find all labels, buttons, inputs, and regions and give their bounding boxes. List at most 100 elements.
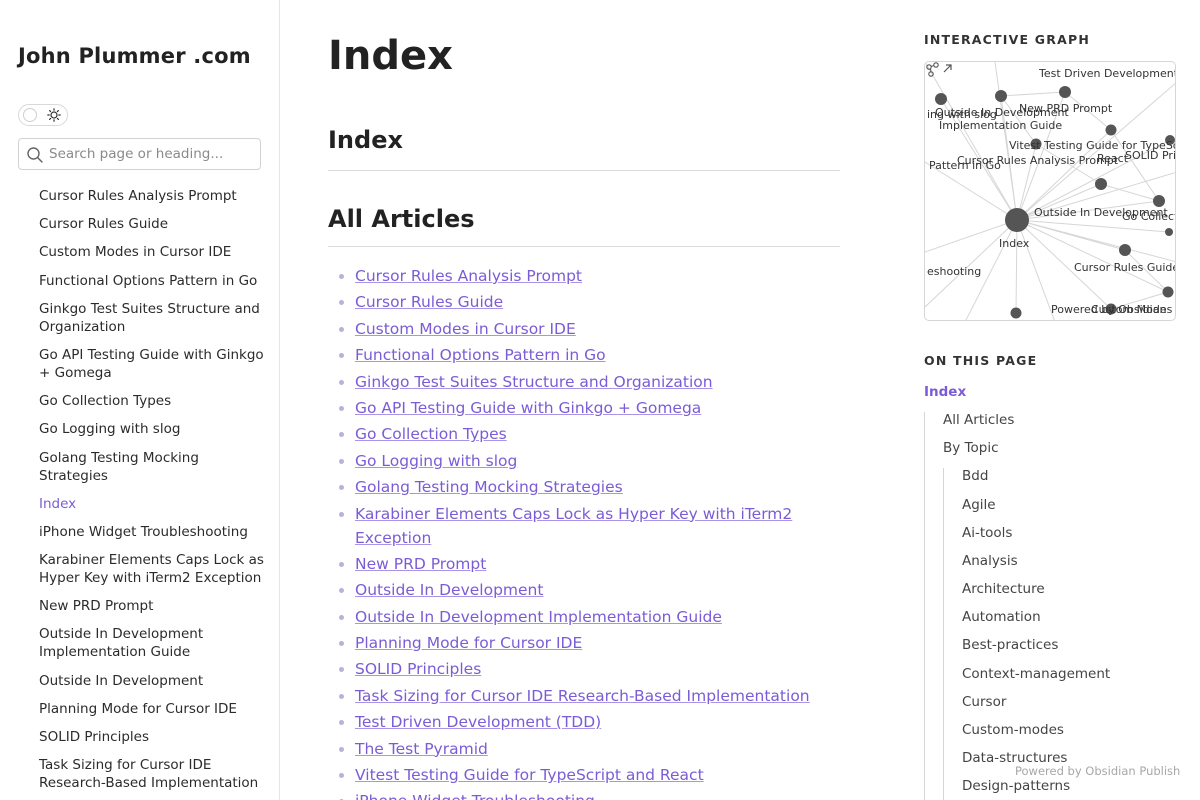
toc-item[interactable]: Custom-modes xyxy=(962,722,1064,738)
sidebar-item[interactable]: Golang Testing Mocking Strategies xyxy=(39,449,267,485)
graph-node[interactable] xyxy=(1010,307,1022,319)
graph-node-label: Custom Modes xyxy=(1091,303,1173,316)
article-list-item: iPhone Widget Troubleshooting xyxy=(355,789,825,800)
article-link[interactable]: Ginkgo Test Suites Structure and Organiz… xyxy=(355,373,713,391)
graph-node-index[interactable] xyxy=(1005,208,1029,232)
graph-node-label: ing with slog xyxy=(927,108,997,121)
graph-edge xyxy=(1000,91,1066,97)
sun-icon xyxy=(47,108,61,122)
toc-item[interactable]: Best-practices xyxy=(962,637,1058,653)
article-link[interactable]: Outside In Development xyxy=(355,581,543,599)
sidebar-item[interactable]: Outside In Development Implementation Gu… xyxy=(39,625,267,661)
graph-node-label: Cursor Rules Guide xyxy=(1074,261,1176,274)
toc-item[interactable]: Context-management xyxy=(962,666,1110,682)
sidebar-item[interactable]: Functional Options Pattern in Go xyxy=(39,272,267,290)
toc-item[interactable]: Architecture xyxy=(962,581,1045,597)
heading-divider xyxy=(328,170,840,171)
toc-heading: ON THIS PAGE xyxy=(924,353,1038,368)
article-link[interactable]: Task Sizing for Cursor IDE Research-Base… xyxy=(355,687,810,705)
article-link[interactable]: Custom Modes in Cursor IDE xyxy=(355,320,576,338)
sidebar-item[interactable]: Go API Testing Guide with Ginkgo + Gomeg… xyxy=(39,346,267,382)
article-list-item: Outside In Development Implementation Gu… xyxy=(355,605,825,629)
sidebar-item[interactable]: Planning Mode for Cursor IDE xyxy=(39,700,267,718)
theme-toggle[interactable] xyxy=(18,104,68,126)
graph-edge xyxy=(925,62,1018,221)
graph-node-label: SOLID Pri xyxy=(1125,149,1176,162)
graph-expand-icon[interactable] xyxy=(925,62,955,78)
graph-node[interactable] xyxy=(995,90,1007,102)
article-link[interactable]: Test Driven Development (TDD) xyxy=(355,713,601,731)
article-list-item: Go Collection Types xyxy=(355,422,825,446)
sidebar-item[interactable]: iPhone Widget Troubleshooting xyxy=(39,523,267,541)
toc-item[interactable]: By Topic xyxy=(943,440,999,456)
article-list-item: Karabiner Elements Caps Lock as Hyper Ke… xyxy=(355,502,825,550)
toc-item[interactable]: Automation xyxy=(962,609,1041,625)
site-title[interactable]: John Plummer .com xyxy=(18,44,251,68)
graph-node-label: React xyxy=(1097,152,1129,165)
article-link[interactable]: Cursor Rules Guide xyxy=(355,293,503,311)
article-link[interactable]: Outside In Development Implementation Gu… xyxy=(355,608,722,626)
article-list-item: New PRD Prompt xyxy=(355,552,825,576)
article-list-item: Functional Options Pattern in Go xyxy=(355,343,825,367)
toc-item[interactable]: All Articles xyxy=(943,412,1014,428)
heading-divider xyxy=(328,246,840,247)
article-link[interactable]: Go Collection Types xyxy=(355,425,507,443)
sidebar-item[interactable]: New PRD Prompt xyxy=(39,597,267,615)
graph-canvas[interactable]: Test Driven DevelopmentNew PRD PromptOut… xyxy=(925,62,1176,321)
sidebar-item[interactable]: Custom Modes in Cursor IDE xyxy=(39,243,267,261)
article-link[interactable]: Karabiner Elements Caps Lock as Hyper Ke… xyxy=(355,505,792,547)
article-link[interactable]: Vitest Testing Guide for TypeScript and … xyxy=(355,766,704,784)
sidebar-item[interactable]: Outside In Development xyxy=(39,672,267,690)
graph-node[interactable] xyxy=(1059,86,1071,98)
article-list-item: Task Sizing for Cursor IDE Research-Base… xyxy=(355,684,825,708)
graph-node[interactable] xyxy=(935,93,947,105)
article-link[interactable]: New PRD Prompt xyxy=(355,555,486,573)
search-input[interactable] xyxy=(49,143,254,165)
toc-item[interactable]: Index xyxy=(924,384,966,400)
sidebar-item[interactable]: Cursor Rules Guide xyxy=(39,215,267,233)
search-box[interactable] xyxy=(18,138,261,170)
article-list-item: SOLID Principles xyxy=(355,657,825,681)
graph-node-label: Pattern in Go xyxy=(929,159,1001,172)
sidebar-nav: Cursor Rules Analysis Prompt Cursor Rules… xyxy=(39,187,267,800)
graph-node[interactable] xyxy=(1165,228,1173,236)
article-link[interactable]: Go Logging with slog xyxy=(355,452,517,470)
interactive-graph[interactable]: Test Driven Development New PRD Prompt Out… xyxy=(924,61,1176,321)
article-link[interactable]: Functional Options Pattern in Go xyxy=(355,346,606,364)
sidebar-item[interactable]: SOLID Principles xyxy=(39,728,267,746)
sidebar-item[interactable]: Karabiner Elements Caps Lock as Hyper Ke… xyxy=(39,551,267,587)
graph-node[interactable] xyxy=(1095,178,1107,190)
sidebar-item[interactable]: Ginkgo Test Suites Structure and Organiz… xyxy=(39,300,267,336)
article-link[interactable]: Cursor Rules Analysis Prompt xyxy=(355,267,582,285)
sidebar-item[interactable]: Task Sizing for Cursor IDE Research-Base… xyxy=(39,756,267,792)
sidebar-item[interactable]: Go Collection Types xyxy=(39,392,267,410)
toggle-knob xyxy=(23,108,37,122)
article-link[interactable]: Golang Testing Mocking Strategies xyxy=(355,478,623,496)
footer-powered-by[interactable]: Powered by Obsidian Publish xyxy=(1015,764,1180,778)
article-link[interactable]: Planning Mode for Cursor IDE xyxy=(355,634,582,652)
heading-index: Index xyxy=(328,126,403,154)
toc-item[interactable]: Cursor xyxy=(962,694,1006,710)
toc-item[interactable]: Design-patterns xyxy=(962,778,1070,794)
graph-node[interactable] xyxy=(1119,244,1131,256)
article-list-item: Custom Modes in Cursor IDE xyxy=(355,317,825,341)
article-link[interactable]: SOLID Principles xyxy=(355,660,481,678)
article-list-item: Cursor Rules Guide xyxy=(355,290,825,314)
sidebar-item[interactable]: Cursor Rules Analysis Prompt xyxy=(39,187,267,205)
graph-edge xyxy=(1015,219,1018,314)
article-link[interactable]: iPhone Widget Troubleshooting xyxy=(355,792,595,800)
article-link[interactable]: Go API Testing Guide with Ginkgo + Gomeg… xyxy=(355,399,701,417)
article-list-item: Go Logging with slog xyxy=(355,449,825,473)
toc-item[interactable]: Analysis xyxy=(962,553,1018,569)
toc-item[interactable]: Agile xyxy=(962,497,996,513)
heading-all-articles: All Articles xyxy=(328,205,475,233)
article-list-item: The Test Pyramid xyxy=(355,737,825,761)
graph-node[interactable] xyxy=(1105,124,1117,136)
graph-node[interactable] xyxy=(1162,286,1174,298)
sidebar-item[interactable]: Index xyxy=(39,495,267,513)
toc-item[interactable]: Bdd xyxy=(962,468,988,484)
sidebar-item[interactable]: Go Logging with slog xyxy=(39,420,267,438)
toc-item[interactable]: Ai-tools xyxy=(962,525,1012,541)
article-link[interactable]: The Test Pyramid xyxy=(355,740,488,758)
article-list-item: Ginkgo Test Suites Structure and Organiz… xyxy=(355,370,825,394)
